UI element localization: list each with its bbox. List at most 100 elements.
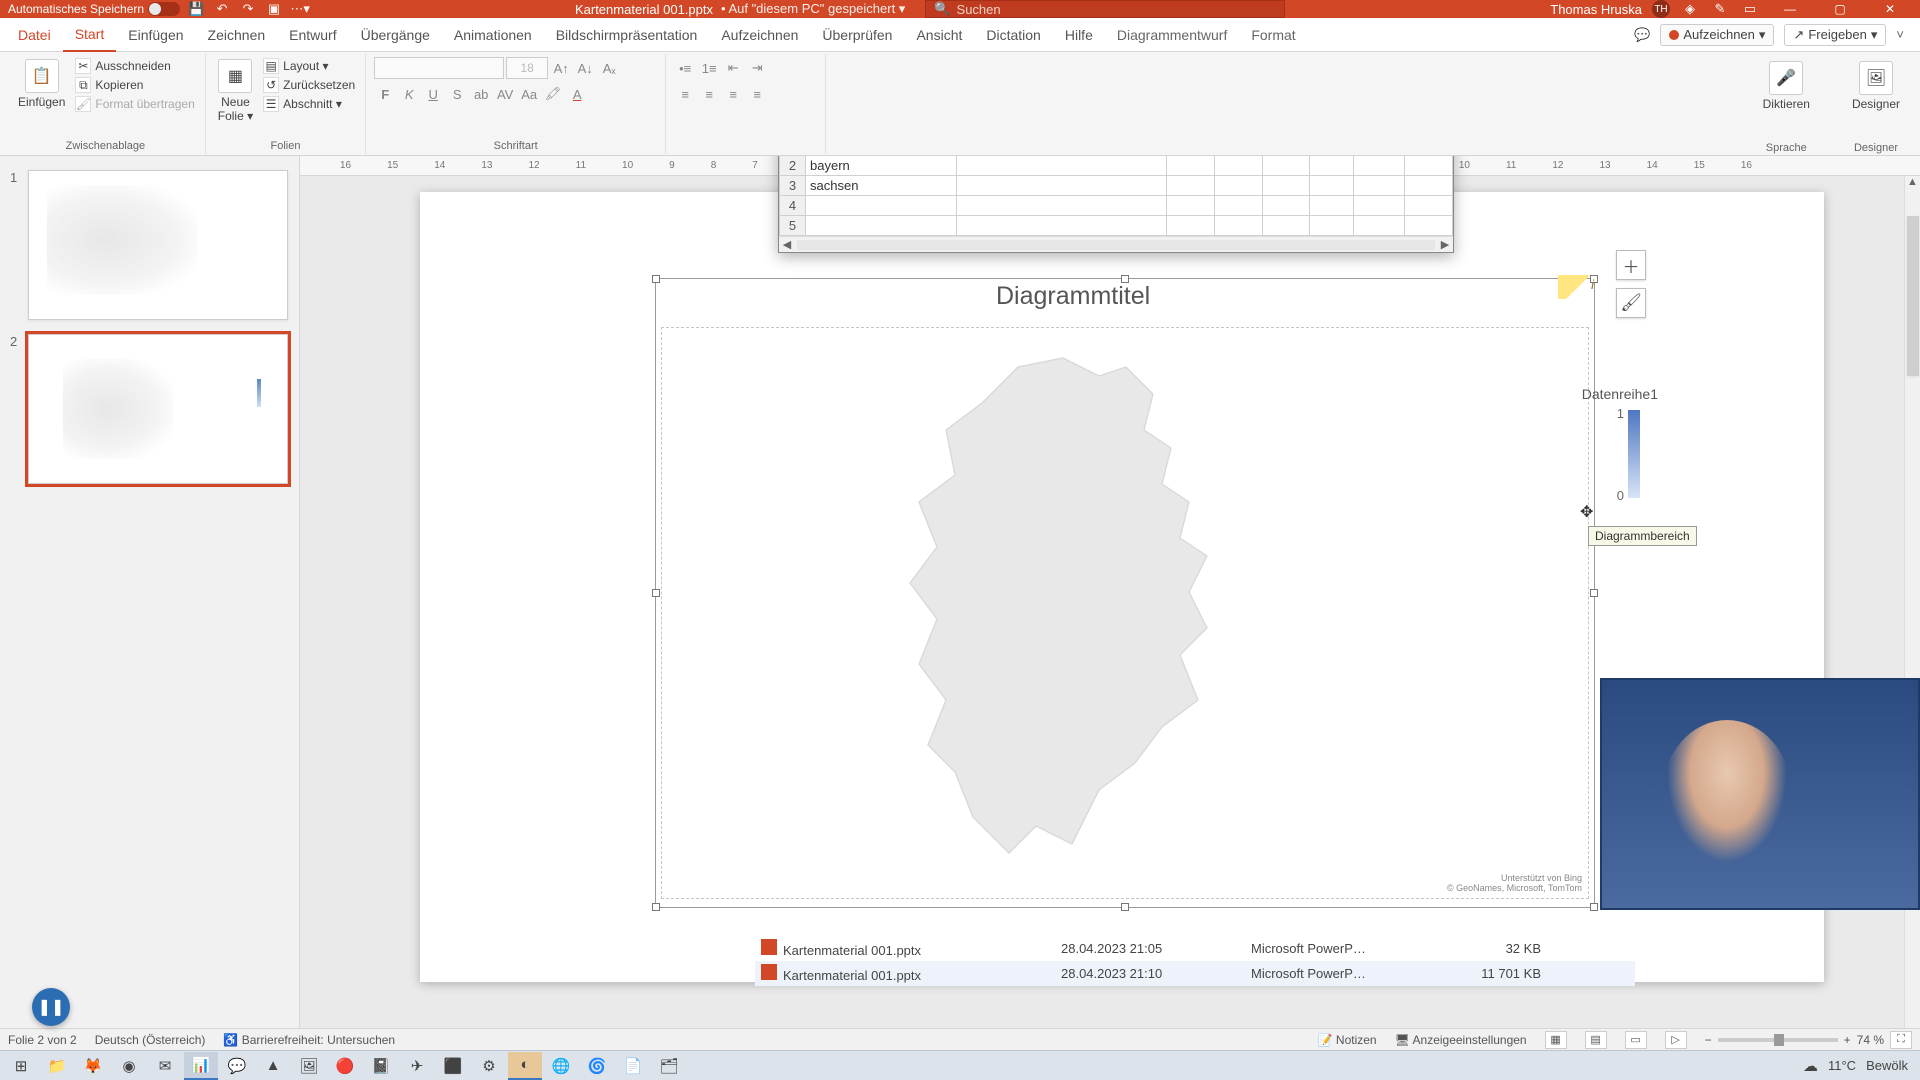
toggle-icon[interactable] <box>148 2 180 16</box>
undo-icon[interactable]: ↶ <box>212 0 232 18</box>
telegram-icon[interactable]: ✈ <box>400 1052 434 1080</box>
app-icon[interactable]: 🗂 <box>652 1052 686 1080</box>
cell[interactable]: bayern <box>806 156 957 176</box>
more-qat-icon[interactable]: ⋯▾ <box>290 0 310 18</box>
data-scroll-h[interactable]: ◀▶ <box>779 236 1453 252</box>
chart-info-corner[interactable]: i <box>1558 275 1598 299</box>
zoom-out-button[interactable]: − <box>1705 1033 1712 1047</box>
slide-thumb-2[interactable] <box>28 334 288 484</box>
chart-data-window[interactable]: Diagramm in Microsoft PowerPoint ✕ ⤢ ↶▾ … <box>778 156 1454 253</box>
cell[interactable] <box>1309 176 1354 196</box>
cut-button[interactable]: ✂Ausschneiden <box>73 57 196 75</box>
tab-help[interactable]: Hilfe <box>1053 18 1105 52</box>
cell[interactable] <box>1309 156 1354 176</box>
vlc-icon[interactable]: ▲ <box>256 1052 290 1080</box>
tab-design[interactable]: Entwurf <box>277 18 348 52</box>
resize-handle[interactable] <box>1121 903 1129 911</box>
editor-scroll-v[interactable]: ▲ <box>1904 176 1920 1050</box>
case-button[interactable]: Aa <box>518 83 540 105</box>
firefox-icon[interactable]: 🦊 <box>76 1052 110 1080</box>
cell[interactable] <box>1263 196 1309 216</box>
share-button[interactable]: ↗Freigeben▾ <box>1784 24 1886 46</box>
tab-animations[interactable]: Animationen <box>442 18 544 52</box>
obs-icon[interactable]: ⚙ <box>472 1052 506 1080</box>
autosave-toggle[interactable]: Automatisches Speichern <box>8 2 180 16</box>
cell[interactable] <box>806 196 957 216</box>
cell[interactable] <box>1166 156 1214 176</box>
slide-thumbnails-pane[interactable]: 1 2 <box>0 156 300 1050</box>
row-header[interactable]: 4 <box>780 196 806 216</box>
cell[interactable] <box>1309 216 1354 236</box>
row-header[interactable]: 2 <box>780 156 806 176</box>
numbering-button[interactable]: 1≡ <box>698 57 720 79</box>
tab-review[interactable]: Überprüfen <box>810 18 904 52</box>
indent-dec-button[interactable]: ⇤ <box>722 57 744 79</box>
zoom-in-button[interactable]: + <box>1844 1033 1851 1047</box>
close-button[interactable]: ✕ <box>1870 0 1910 18</box>
cell[interactable] <box>1215 196 1263 216</box>
record-button[interactable]: Aufzeichnen▾ <box>1660 24 1774 46</box>
font-size-input[interactable] <box>506 57 548 79</box>
file-list-row[interactable]: Kartenmaterial 001.pptx28.04.2023 21:05M… <box>755 936 1635 961</box>
bullets-button[interactable]: •≡ <box>674 57 696 79</box>
tab-format[interactable]: Format <box>1239 18 1307 52</box>
app-icon[interactable]: 🖼 <box>292 1052 326 1080</box>
chart-elements-button[interactable]: ＋ <box>1616 250 1646 280</box>
resize-handle[interactable] <box>652 589 660 597</box>
slide-counter[interactable]: Folie 2 von 2 <box>8 1033 77 1047</box>
bold-button[interactable]: F <box>374 83 396 105</box>
chart-object[interactable]: i Diagrammtitel Datenreihe1 1 0 Unterstü… <box>655 278 1595 908</box>
save-location[interactable]: • Auf "diesem PC" gespeichert ▾ <box>721 1 905 17</box>
highlight-button[interactable]: 🖍 <box>542 83 564 105</box>
app-icon[interactable]: 🌐 <box>544 1052 578 1080</box>
app-icon[interactable]: 💬 <box>220 1052 254 1080</box>
cell[interactable] <box>956 156 1166 176</box>
reading-view-button[interactable]: ▭ <box>1625 1031 1647 1049</box>
resize-handle[interactable] <box>1590 903 1598 911</box>
cell[interactable]: sachsen <box>806 176 957 196</box>
file-list-row[interactable]: Kartenmaterial 001.pptx28.04.2023 21:10M… <box>755 961 1635 986</box>
designer-button[interactable]: 🖼Designer <box>1848 59 1904 113</box>
app-icon[interactable]: 📄 <box>616 1052 650 1080</box>
section-button[interactable]: ☰Abschnitt ▾ <box>261 95 357 113</box>
font-color-button[interactable]: A <box>566 83 588 105</box>
tab-dictation[interactable]: Dictation <box>974 18 1052 52</box>
comments-icon[interactable]: 💬 <box>1634 27 1650 43</box>
notes-button[interactable]: 📝 Notizen <box>1318 1033 1377 1047</box>
cell[interactable] <box>956 176 1166 196</box>
cell[interactable] <box>1215 156 1263 176</box>
scroll-right-icon[interactable]: ▶ <box>1437 238 1453 251</box>
cell[interactable] <box>1404 156 1452 176</box>
cell[interactable] <box>1215 216 1263 236</box>
explorer-icon[interactable]: 📁 <box>40 1052 74 1080</box>
cell[interactable] <box>956 196 1166 216</box>
display-settings-button[interactable]: 🖥 Anzeigeeinstellungen <box>1395 1033 1527 1047</box>
paste-button[interactable]: 📋Einfügen <box>14 57 69 111</box>
resize-handle[interactable] <box>652 275 660 283</box>
tab-home[interactable]: Start <box>63 18 117 52</box>
chart-styles-button[interactable]: 🖌 <box>1616 288 1646 318</box>
pen-icon[interactable]: ✎ <box>1710 0 1730 18</box>
app-icon[interactable]: ⬛ <box>436 1052 470 1080</box>
cell[interactable] <box>1354 156 1404 176</box>
cell[interactable] <box>1166 216 1214 236</box>
search-input[interactable]: 🔍 Suchen <box>925 0 1285 18</box>
chrome-icon[interactable]: ◉ <box>112 1052 146 1080</box>
italic-button[interactable]: K <box>398 83 420 105</box>
pause-recording-button[interactable]: ❚❚ <box>32 988 70 1026</box>
user-name[interactable]: Thomas Hruska <box>1550 2 1642 17</box>
align-center-button[interactable]: ≡ <box>698 83 720 105</box>
zoom-level[interactable]: 74 % <box>1857 1033 1884 1047</box>
tab-insert[interactable]: Einfügen <box>116 18 195 52</box>
app-icon[interactable]: 🔴 <box>328 1052 362 1080</box>
tab-record[interactable]: Aufzeichnen <box>709 18 810 52</box>
cell[interactable] <box>806 216 957 236</box>
tab-slideshow[interactable]: Bildschirmpräsentation <box>544 18 710 52</box>
window-icon[interactable]: ▭ <box>1740 0 1760 18</box>
outlook-icon[interactable]: ✉ <box>148 1052 182 1080</box>
cell[interactable] <box>1404 196 1452 216</box>
tab-chart-design[interactable]: Diagrammentwurf <box>1105 18 1239 52</box>
spacing-button[interactable]: AV <box>494 83 516 105</box>
tab-view[interactable]: Ansicht <box>904 18 974 52</box>
copy-button[interactable]: ⧉Kopieren <box>73 76 196 94</box>
